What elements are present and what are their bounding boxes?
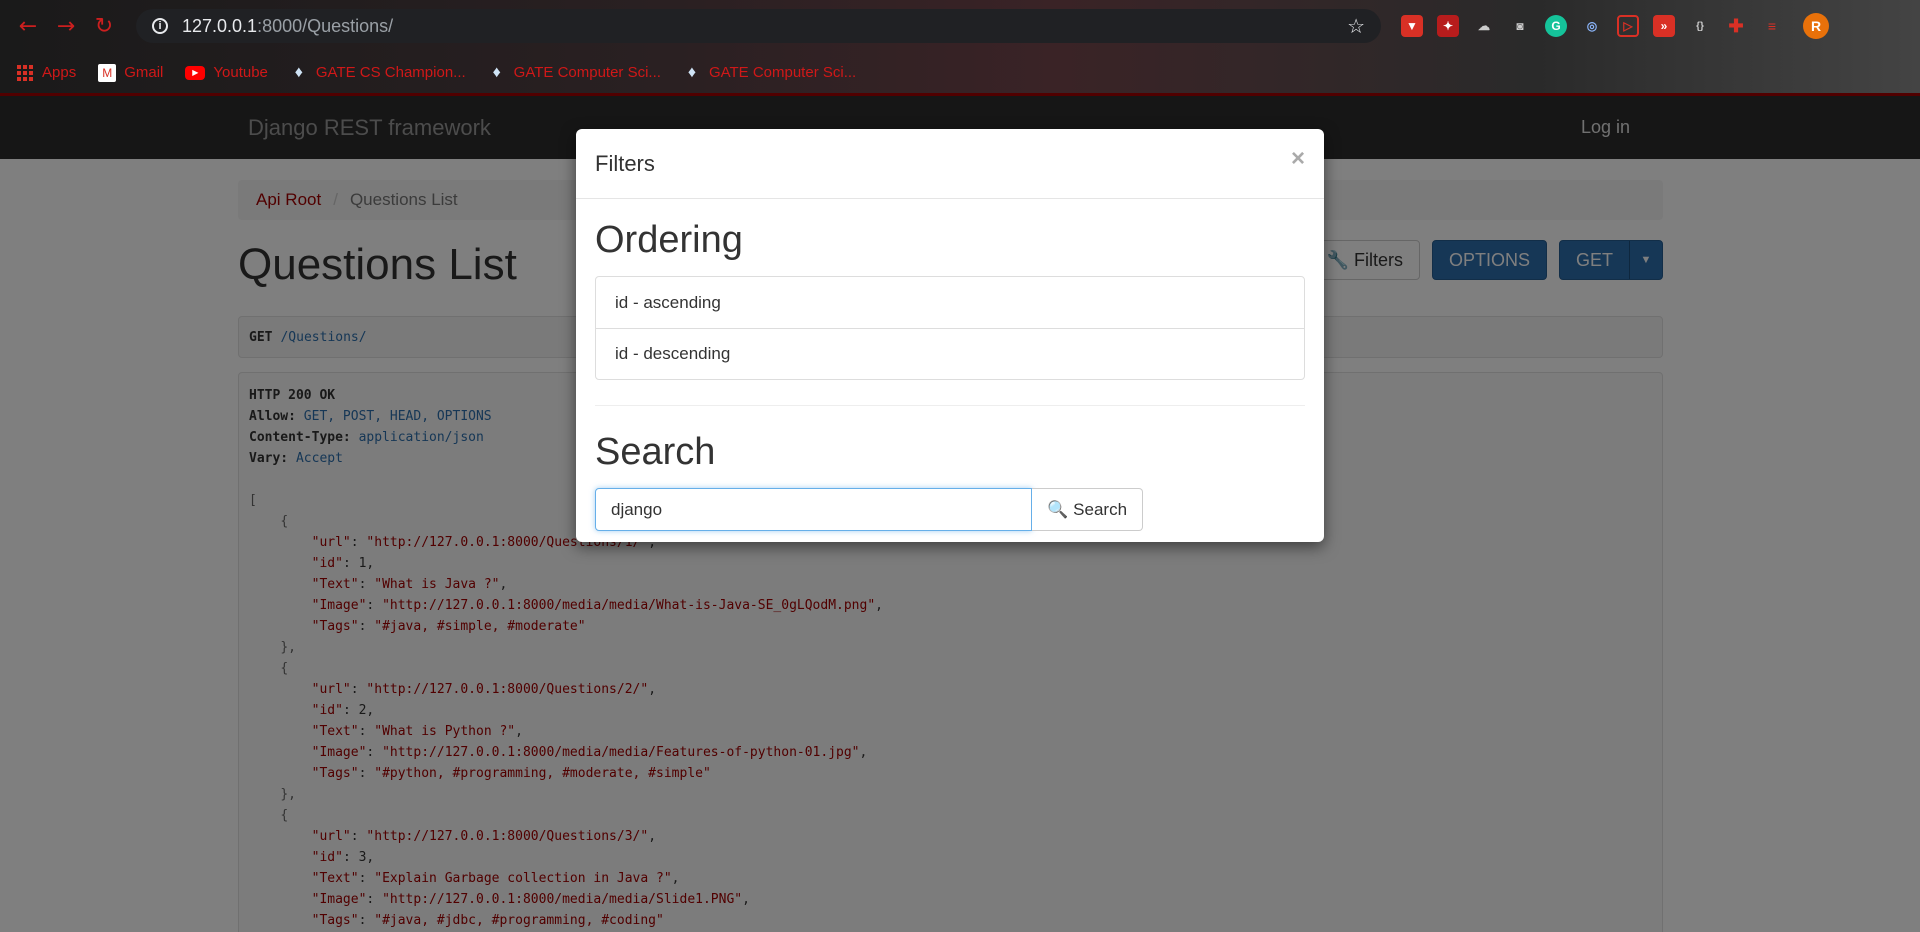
back-icon[interactable]: ← xyxy=(12,10,44,42)
bookmark-gate-1[interactable]: ♦ GATE CS Champion... xyxy=(290,64,466,82)
forward-icon[interactable]: → xyxy=(50,10,82,42)
puzzle-extension-icon[interactable]: ✚ xyxy=(1725,15,1747,37)
search-input[interactable] xyxy=(595,488,1032,531)
divider xyxy=(595,405,1305,406)
browser-chrome: ← → ↻ i 127.0.0.1:8000/Questions/ ☆ ▼ ✦ … xyxy=(0,0,1920,93)
bookmark-label: Youtube xyxy=(213,64,268,81)
menu-extension-icon[interactable]: ≡ xyxy=(1761,15,1783,37)
filters-modal: Filters × Ordering id - ascending id - d… xyxy=(576,129,1324,542)
cloud-extension-icon[interactable]: ☁ xyxy=(1473,15,1495,37)
search-heading: Search xyxy=(595,431,716,473)
address-bar[interactable]: i 127.0.0.1:8000/Questions/ ☆ xyxy=(136,9,1381,43)
gmail-icon: M xyxy=(98,63,117,82)
bookmark-star-icon[interactable]: ☆ xyxy=(1347,14,1365,38)
reload-icon[interactable]: ↻ xyxy=(88,10,120,42)
grammarly-extension-icon[interactable]: G xyxy=(1545,15,1567,37)
browser-toolbar: ← → ↻ i 127.0.0.1:8000/Questions/ ☆ ▼ ✦ … xyxy=(0,0,1920,52)
gate-icon: ♦ xyxy=(687,63,697,81)
search-button[interactable]: 🔍 Search xyxy=(1032,488,1144,531)
gate-icon: ♦ xyxy=(492,63,501,81)
ordering-option-ascending[interactable]: id - ascending xyxy=(596,277,1304,328)
search-button-label: Search xyxy=(1073,499,1128,519)
video-extension-icon[interactable]: ▷ xyxy=(1617,15,1639,37)
youtube-icon: ▶ xyxy=(185,65,206,80)
profile-avatar[interactable]: R xyxy=(1803,13,1829,39)
bookmark-label: Apps xyxy=(42,64,77,81)
modal-header: Filters × xyxy=(576,129,1324,199)
modal-title: Filters xyxy=(595,150,655,176)
camera-extension-icon[interactable]: ◙ xyxy=(1509,15,1531,37)
ordering-option-descending[interactable]: id - descending xyxy=(596,328,1304,379)
json-extension-icon[interactable]: {} xyxy=(1689,15,1711,37)
extension-icon[interactable]: ✦ xyxy=(1437,15,1459,37)
modal-body: Ordering id - ascending id - descending … xyxy=(576,199,1324,551)
bookmark-gate-3[interactable]: ♦ GATE Computer Sci... xyxy=(683,64,856,82)
url-path: :8000/Questions/ xyxy=(257,15,394,36)
bookmark-apps[interactable]: Apps xyxy=(16,64,76,82)
extensions-bar: ▼ ✦ ☁ ◙ G ◎ ▷ » {} ✚ ≡ R xyxy=(1401,13,1829,39)
search-form: 🔍 Search xyxy=(595,488,1305,531)
bookmark-label: GATE CS Champion... xyxy=(315,64,466,81)
bookmark-youtube[interactable]: ▶ Youtube xyxy=(185,64,268,81)
bookmark-gmail[interactable]: M Gmail xyxy=(98,63,164,82)
extension-icon[interactable]: ◎ xyxy=(1581,15,1603,37)
ordering-list: id - ascending id - descending xyxy=(595,276,1305,380)
bookmarks-bar: Apps M Gmail ▶ Youtube ♦ GATE CS Champio… xyxy=(0,52,1920,93)
bookmark-label: Gmail xyxy=(124,64,164,81)
bookmark-gate-2[interactable]: ♦ GATE Computer Sci... xyxy=(488,64,661,82)
bookmark-label: GATE Computer Sci... xyxy=(708,64,857,81)
site-info-icon[interactable]: i xyxy=(152,18,168,34)
gate-icon: ♦ xyxy=(294,63,303,81)
ordering-heading: Ordering xyxy=(595,219,743,261)
search-icon: 🔍 xyxy=(1047,499,1069,520)
apps-grid-icon xyxy=(16,64,34,82)
fast-forward-extension-icon[interactable]: » xyxy=(1653,15,1675,37)
close-icon[interactable]: × xyxy=(1291,145,1305,173)
bookmark-label: GATE Computer Sci... xyxy=(513,64,661,81)
url-host: 127.0.0.1 xyxy=(182,15,258,36)
pocket-extension-icon[interactable]: ▼ xyxy=(1401,15,1423,37)
